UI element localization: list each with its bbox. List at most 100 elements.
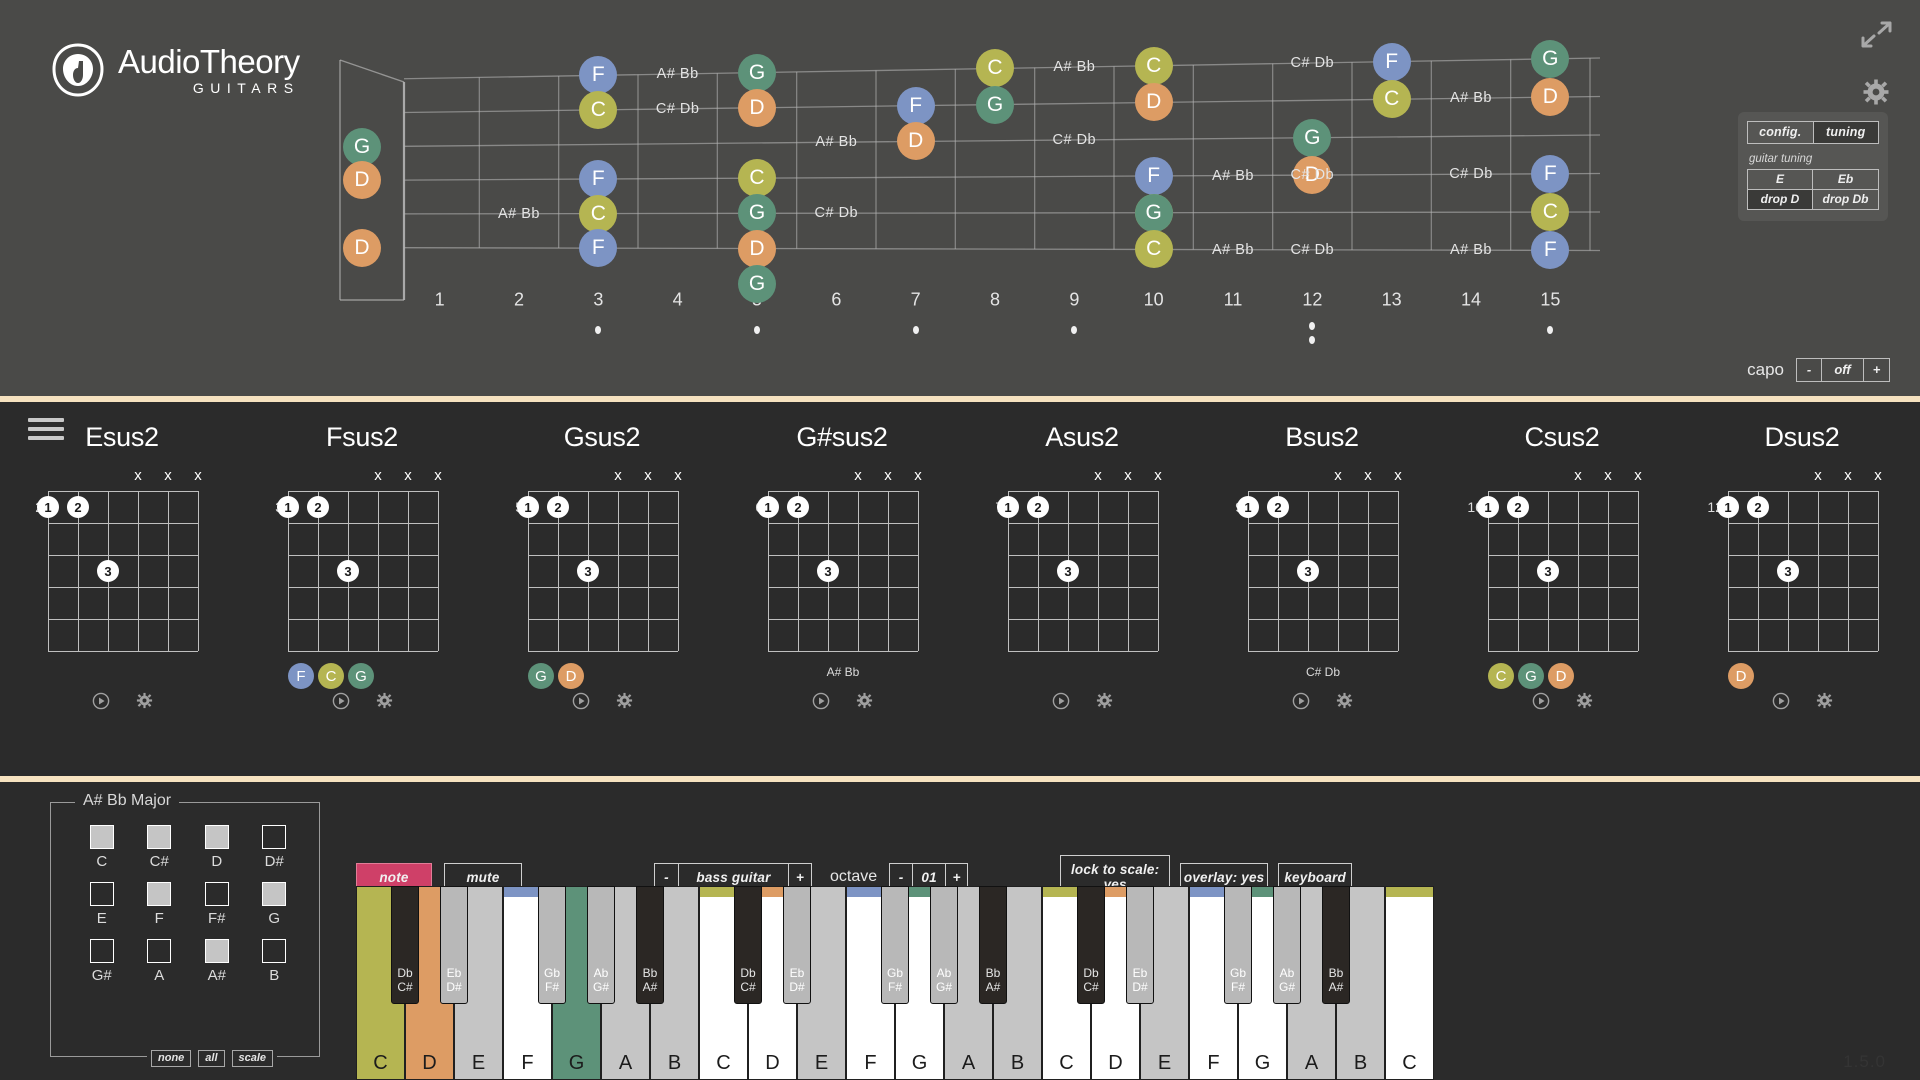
scale-note-dsharp[interactable]: D# — [246, 825, 304, 870]
fretboard-note-d[interactable]: D — [738, 88, 776, 127]
piano-black-key-fsharp[interactable]: Gb F# — [881, 886, 909, 1004]
piano-black-key-csharp[interactable]: Db C# — [391, 886, 419, 1004]
chord-note-g[interactable]: G — [528, 663, 554, 689]
piano-black-key-gsharp[interactable]: Ab G# — [1273, 886, 1301, 1004]
finger-position-2[interactable]: 2 — [1747, 496, 1769, 518]
finger-position-2[interactable]: 2 — [1267, 496, 1289, 518]
scale-note-checkbox[interactable] — [89, 939, 114, 963]
piano-keyboard[interactable]: C D E F G A B C D E F G A B C D E F G A B C Db C# Eb D# Gb F# Ab G# Bb… — [356, 886, 1436, 1080]
fretboard-note-d[interactable]: D — [896, 122, 935, 161]
guitar-fretboard[interactable]: 123456789101112131415GDDFCFCFGDCGDGFCGDC… — [0, 0, 1920, 344]
fretboard-note-f[interactable]: F — [1531, 231, 1570, 270]
chord-diagram[interactable]: xxx9123C# Db — [1202, 467, 1442, 697]
finger-position-2[interactable]: 2 — [307, 496, 329, 518]
play-icon[interactable] — [1532, 692, 1550, 710]
tuning-option-drop-db[interactable]: drop Db — [1813, 190, 1879, 210]
fretboard-note-f[interactable]: F — [1134, 156, 1173, 195]
fretboard-note-g[interactable]: G — [1134, 193, 1173, 232]
fretboard-note-c[interactable]: C — [1531, 193, 1570, 232]
menu-hamburger-icon[interactable] — [28, 418, 64, 440]
piano-black-key-csharp[interactable]: Db C# — [734, 886, 762, 1004]
finger-position-3[interactable]: 3 — [1777, 560, 1799, 582]
chord-diagram[interactable]: xxx2123 — [2, 467, 242, 697]
scale-note-checkbox[interactable] — [262, 939, 287, 963]
fretboard-note-g[interactable]: G — [1293, 118, 1332, 157]
scale-note-csharp[interactable]: C# — [131, 825, 189, 870]
scale-note-b[interactable]: B — [246, 939, 304, 984]
play-icon[interactable] — [332, 692, 350, 710]
fretboard-note-d[interactable]: D — [343, 161, 381, 200]
play-icon[interactable] — [1052, 692, 1070, 710]
play-icon[interactable] — [1772, 692, 1790, 710]
finger-position-3[interactable]: 3 — [577, 560, 599, 582]
piano-black-key-csharp[interactable]: Db C# — [1077, 886, 1105, 1004]
chord-note-f[interactable]: F — [288, 663, 314, 689]
scale-note-f[interactable]: F — [131, 882, 189, 927]
piano-black-key-asharp[interactable]: Bb A# — [1322, 886, 1350, 1004]
finger-position-3[interactable]: 3 — [1537, 560, 1559, 582]
scale-note-checkbox[interactable] — [204, 939, 229, 963]
chord-diagram[interactable]: x x x 10 1 2 3 C G D — [1442, 467, 1682, 697]
tab-config[interactable]: config. — [1747, 121, 1814, 144]
gear-icon[interactable] — [1816, 692, 1833, 709]
fretboard-note-f[interactable]: F — [896, 86, 935, 125]
finger-position-2[interactable]: 2 — [67, 496, 89, 518]
fretboard-note-f[interactable]: F — [1372, 42, 1411, 81]
scale-note-checkbox[interactable] — [89, 825, 114, 849]
piano-black-key-asharp[interactable]: Bb A# — [979, 886, 1007, 1004]
chord-note-g[interactable]: G — [348, 663, 374, 689]
piano-black-key-gsharp[interactable]: Ab G# — [930, 886, 958, 1004]
chord-note-d[interactable]: D — [1728, 663, 1754, 689]
scale-all-button[interactable]: all — [198, 1050, 225, 1067]
fretboard-note-c[interactable]: C — [579, 194, 618, 233]
chord-diagram[interactable]: x x x 12 1 2 3 D — [1682, 467, 1920, 697]
capo-increment-button[interactable]: + — [1864, 358, 1890, 382]
scale-note-e[interactable]: E — [73, 882, 131, 927]
fretboard-note-g[interactable]: G — [976, 85, 1014, 124]
finger-position-1[interactable]: 1 — [997, 496, 1019, 518]
finger-position-2[interactable]: 2 — [547, 496, 569, 518]
chord-diagram[interactable]: xxx7123 — [962, 467, 1202, 697]
fretboard-note-f[interactable]: F — [579, 160, 618, 199]
fretboard-note-g[interactable]: G — [738, 194, 776, 233]
fretboard-note-d[interactable]: D — [1134, 83, 1173, 122]
finger-position-2[interactable]: 2 — [1027, 496, 1049, 518]
expand-icon[interactable] — [1860, 20, 1892, 50]
piano-black-key-dsharp[interactable]: Eb D# — [783, 886, 811, 1004]
scale-note-c[interactable]: C — [73, 825, 131, 870]
scale-note-checkbox[interactable] — [89, 882, 114, 906]
scale-note-checkbox[interactable] — [204, 825, 229, 849]
fretboard-note-f[interactable]: F — [579, 229, 618, 268]
gear-icon[interactable] — [376, 692, 393, 709]
finger-position-3[interactable]: 3 — [97, 560, 119, 582]
scale-note-d[interactable]: D — [188, 825, 246, 870]
scale-note-asharp[interactable]: A# — [188, 939, 246, 984]
fretboard-note-d[interactable]: D — [343, 228, 381, 267]
play-icon[interactable] — [812, 692, 830, 710]
fretboard-note-f[interactable]: F — [1531, 154, 1570, 193]
scale-note-checkbox[interactable] — [204, 882, 229, 906]
fretboard-note-f[interactable]: F — [579, 56, 618, 95]
fretboard-note-d[interactable]: D — [1293, 156, 1332, 195]
piano-black-key-dsharp[interactable]: Eb D# — [1126, 886, 1154, 1004]
finger-position-1[interactable]: 1 — [37, 496, 59, 518]
fretboard-note-g[interactable]: G — [738, 264, 776, 303]
gear-icon[interactable] — [1336, 692, 1353, 709]
finger-position-3[interactable]: 3 — [1057, 560, 1079, 582]
finger-position-3[interactable]: 3 — [1297, 560, 1319, 582]
chord-note-g[interactable]: G — [1518, 663, 1544, 689]
scale-note-a[interactable]: A — [131, 939, 189, 984]
finger-position-1[interactable]: 1 — [1237, 496, 1259, 518]
piano-black-key-asharp[interactable]: Bb A# — [636, 886, 664, 1004]
fretboard-note-g[interactable]: G — [738, 53, 776, 92]
finger-position-2[interactable]: 2 — [1507, 496, 1529, 518]
fretboard-note-c[interactable]: C — [976, 49, 1014, 88]
piano-black-key-gsharp[interactable]: Ab G# — [587, 886, 615, 1004]
chord-diagram[interactable]: xxx5123GD — [482, 467, 722, 697]
chord-note-c[interactable]: C — [318, 663, 344, 689]
scale-note-checkbox[interactable] — [147, 939, 172, 963]
scale-note-checkbox[interactable] — [262, 825, 287, 849]
capo-value[interactable]: off — [1822, 358, 1864, 382]
finger-position-1[interactable]: 1 — [517, 496, 539, 518]
chord-note-c[interactable]: C — [1488, 663, 1514, 689]
